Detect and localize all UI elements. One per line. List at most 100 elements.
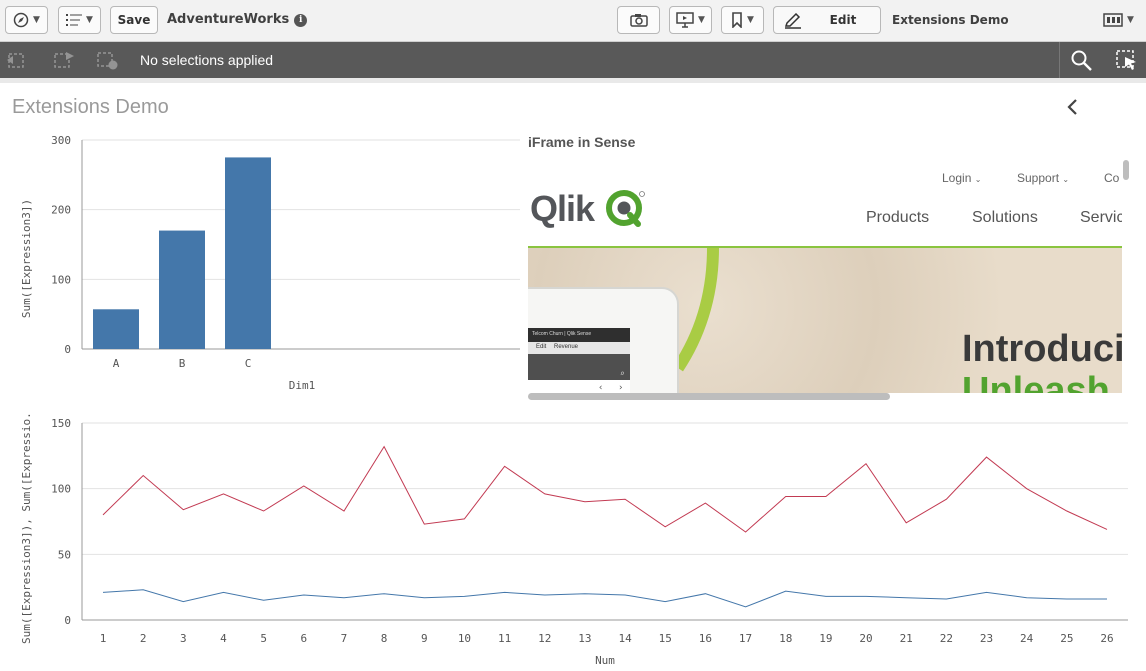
clear-selections-icon[interactable] [96, 50, 118, 70]
series-line [102, 589, 1107, 608]
step-back-icon[interactable] [6, 50, 28, 70]
x-tick-label: 4 [220, 632, 227, 645]
x-axis-label: Dim1 [289, 379, 316, 392]
page-title: Extensions Demo [12, 96, 169, 118]
x-tick-label: 12 [538, 632, 551, 645]
x-tick-label: 18 [779, 632, 792, 645]
info-icon[interactable]: i [294, 14, 308, 27]
x-tick-label: 19 [819, 632, 832, 645]
x-tick-label: 3 [180, 632, 187, 645]
nav-solutions[interactable]: Solutions [972, 209, 1038, 227]
y-tick-label: 0 [64, 343, 71, 356]
divider [0, 78, 1146, 83]
step-forward-icon[interactable] [52, 50, 74, 70]
edit-button[interactable]: Edit [773, 6, 881, 34]
x-tick-label: 21 [900, 632, 913, 645]
x-tick-label: 1 [100, 632, 107, 645]
presentation-icon [676, 12, 694, 28]
selections-tool-icon[interactable] [1115, 49, 1139, 71]
chevron-down-icon: ▼ [747, 15, 754, 25]
app-title: AdventureWorks i [167, 12, 308, 27]
camera-icon [629, 14, 648, 27]
divider [1059, 42, 1060, 78]
save-button[interactable]: Save [110, 6, 158, 34]
edit-label: Edit [829, 13, 857, 27]
x-tick-label: 11 [498, 632, 511, 645]
x-tick-label: A [113, 357, 120, 370]
x-tick-label: 24 [1020, 632, 1034, 645]
nav-products[interactable]: Products [866, 209, 929, 227]
y-axis-label: Sum([Expression3]) [20, 199, 33, 318]
series-line [102, 445, 1108, 533]
y-tick-label: 0 [64, 614, 71, 627]
top-link-login[interactable]: Login ⌄ [942, 171, 981, 185]
qlik-q-icon [606, 190, 645, 227]
storytelling-button[interactable]: ▼ [669, 6, 712, 34]
sheet-name: Extensions Demo [892, 13, 1009, 27]
bar [225, 157, 271, 349]
bookmark-icon [732, 12, 742, 28]
svg-text:›: › [618, 383, 623, 393]
x-tick-label: B [179, 357, 186, 370]
top-link-support[interactable]: Support ⌄ [1017, 171, 1069, 185]
sheets-menu-button[interactable]: ▼ [58, 6, 101, 34]
horizontal-scrollbar[interactable] [528, 393, 890, 400]
line-chart[interactable]: 0501001501 2 3 4 5 6 7 8 9 10 11 12 13 14 15 16 17 18 19 20… [0, 410, 1146, 671]
snapshot-button[interactable] [617, 6, 660, 34]
iframe-viewport[interactable]: Login ⌄ Support ⌄ Co Qlik Products Solut… [528, 158, 1122, 401]
y-tick-label: 100 [51, 273, 71, 286]
x-axis-label: Num [595, 654, 615, 667]
y-tick-label: 100 [51, 483, 71, 496]
x-tick-label: 14 [618, 632, 632, 645]
x-tick-label: 2 [140, 632, 147, 645]
nav-services[interactable]: Servic [1080, 209, 1122, 227]
list-icon [66, 14, 83, 26]
hero-headline: Introduci [962, 328, 1122, 370]
x-tick-label: C [245, 357, 252, 370]
bookmarks-button[interactable]: ▼ [721, 6, 764, 34]
x-tick-label: 13 [578, 632, 591, 645]
svg-text:⌕: ⌕ [620, 369, 625, 378]
x-tick-label: 16 [699, 632, 712, 645]
sheet-menu-button[interactable]: ▼ [1097, 6, 1140, 34]
selections-bar: No selections applied [0, 42, 1146, 78]
x-tick-label: 23 [980, 632, 993, 645]
x-tick-label: 15 [659, 632, 672, 645]
hero-banner[interactable]: ⌕ ‹ › Telcom Churn | Qlik Sense Edit Rev… [528, 248, 1122, 393]
y-tick-label: 50 [58, 548, 71, 561]
vertical-scrollbar[interactable] [1122, 158, 1130, 401]
x-tick-label: 20 [859, 632, 872, 645]
iframe-title: iFrame in Sense [528, 134, 636, 150]
x-tick-label: 25 [1060, 632, 1073, 645]
navigation-menu-button[interactable]: ▼ [5, 6, 48, 34]
bar-chart[interactable]: 0 100 200 300 A B C Dim1 Sum([Expression3]) [0, 125, 520, 405]
sheet-icon [1103, 13, 1123, 27]
chevron-down-icon: ▼ [1127, 15, 1134, 25]
x-tick-label: 26 [1100, 632, 1113, 645]
bar [93, 309, 139, 349]
chevron-down-icon: ▼ [33, 15, 40, 25]
app-name: AdventureWorks [167, 12, 290, 27]
x-tick-label: 8 [381, 632, 388, 645]
x-tick-label: 5 [260, 632, 267, 645]
top-link-contact[interactable]: Co [1104, 171, 1119, 185]
pencil-icon [784, 13, 801, 29]
tablet-tab-text: Telcom Churn | Qlik Sense [532, 331, 592, 337]
x-tick-label: 22 [940, 632, 953, 645]
y-tick-label: 150 [51, 417, 71, 430]
bar [159, 230, 205, 349]
toolbar: ▼ ▼ Save AdventureWorks i ▼ ▼ Edit Exten… [0, 0, 1146, 42]
chevron-down-icon: ▼ [86, 15, 93, 25]
x-tick-label: 6 [300, 632, 307, 645]
y-tick-label: 300 [51, 134, 71, 147]
hero-subheadline: Unleash [962, 370, 1110, 393]
chevron-left-icon[interactable] [1064, 97, 1080, 117]
y-axis-label: Sum([Expression3]), Sum([Expressio... [20, 410, 33, 644]
tablet-edit-text: Edit [536, 344, 547, 350]
vertical-scrollbar-thumb[interactable] [1123, 160, 1129, 180]
x-tick-label: 9 [421, 632, 428, 645]
search-icon[interactable] [1070, 49, 1094, 71]
x-tick-label: 17 [739, 632, 752, 645]
y-tick-label: 200 [51, 204, 71, 217]
selections-status: No selections applied [140, 52, 274, 68]
